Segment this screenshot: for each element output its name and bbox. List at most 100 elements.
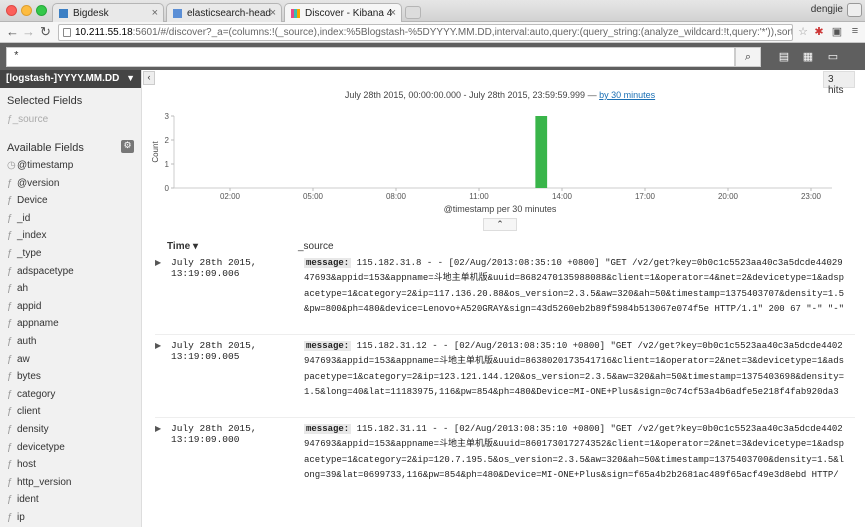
menu-icon[interactable]: ≡ <box>848 25 862 39</box>
browser-tab-bigdesk[interactable]: Bigdesk × <box>52 3 164 23</box>
time-column-header[interactable]: Time ▾ <box>167 241 198 252</box>
bigdesk-favicon-icon <box>59 9 68 18</box>
source-key: message: <box>304 341 352 351</box>
index-pattern-selector[interactable]: [logstash-]YYYY.MM.DD ▼ <box>0 70 141 88</box>
row-source: message: 115.182.31.12 - - [02/Aug/2013:… <box>304 339 845 401</box>
sort-caret-icon: ▾ <box>192 241 198 252</box>
selected-field-source[interactable]: ƒ_source <box>0 111 141 135</box>
save-search-icon[interactable]: ▦ <box>801 50 815 64</box>
field-sidebar: [logstash-]YYYY.MM.DD ▼ Selected Fields … <box>0 70 142 527</box>
field-name: Device <box>17 195 48 207</box>
toggle-chart-button[interactable]: ⌃ <box>483 218 517 231</box>
string-type-icon: ƒ <box>7 177 13 189</box>
histogram-chart: 0 1 2 3 Count 02:00 05:00 08:00 11:00 14:00 17:00 2… <box>151 112 832 201</box>
field-name: client <box>17 406 41 418</box>
string-type-icon: ƒ <box>7 195 13 207</box>
close-tab-icon[interactable]: × <box>270 7 276 19</box>
time-range-text: July 28th 2015, 00:00:00.000 - July 28th… <box>344 90 597 100</box>
browser-tab-kibana[interactable]: Discover - Kibana 4 × <box>284 3 402 23</box>
field-item[interactable]: ƒ density <box>0 422 141 440</box>
string-type-icon: ƒ <box>7 494 13 506</box>
field-name: category <box>17 388 56 400</box>
extension-red-icon[interactable]: ✱ <box>812 25 826 39</box>
close-window-button[interactable] <box>6 5 17 16</box>
field-item[interactable]: ƒ ah <box>0 281 141 299</box>
field-item[interactable]: ƒ appname <box>0 316 141 334</box>
available-fields-label: Available Fields <box>7 142 84 154</box>
back-arrow-icon[interactable]: ← <box>6 24 19 39</box>
row-timestamp: July 28th 2015, 13:19:09.005 <box>171 340 257 362</box>
string-type-icon: ƒ <box>7 441 13 453</box>
search-button[interactable]: ⌕ <box>735 47 761 67</box>
reload-icon[interactable]: ↻ <box>40 24 51 40</box>
minimize-window-button[interactable] <box>21 5 32 16</box>
field-item[interactable]: ƒ http_version <box>0 475 141 493</box>
url-host: 10.211.55.18 <box>75 27 133 38</box>
string-type-icon: ƒ <box>7 230 13 242</box>
search-query-input[interactable]: * <box>6 47 735 67</box>
field-item[interactable]: ƒ bytes <box>0 369 141 387</box>
field-name: appname <box>17 318 59 330</box>
new-search-icon[interactable]: ▤ <box>777 50 791 64</box>
profile-name[interactable]: dengjie <box>811 4 843 15</box>
field-item[interactable]: ƒ Device <box>0 193 141 211</box>
new-tab-button[interactable] <box>405 6 421 19</box>
field-name: appid <box>17 300 42 312</box>
row-divider <box>155 417 855 418</box>
field-item[interactable]: ƒ _index <box>0 228 141 246</box>
source-key: message: <box>304 424 352 434</box>
field-item[interactable]: ƒ devicetype <box>0 440 141 458</box>
chart-x-axis-title: @timestamp per 30 minutes <box>443 204 557 214</box>
field-item[interactable]: ƒ client <box>0 404 141 422</box>
browser-tab-bar: Bigdesk × elasticsearch-head × Discover … <box>0 0 865 23</box>
x-tick-label: 05:00 <box>303 192 324 201</box>
source-column-header: _source <box>298 241 334 252</box>
string-type-icon: ƒ <box>7 318 13 330</box>
x-tick-label: 08:00 <box>386 192 407 201</box>
field-item[interactable]: ƒ auth <box>0 334 141 352</box>
row-timestamp: July 28th 2015, 13:19:09.000 <box>171 423 257 445</box>
expand-row-icon[interactable]: ▶ <box>155 424 161 433</box>
fullscreen-icon[interactable] <box>847 3 862 17</box>
time-range-label: July 28th 2015, 00:00:00.000 - July 28th… <box>160 90 840 100</box>
field-item[interactable]: ƒ appid <box>0 299 141 317</box>
string-type-icon: ƒ <box>7 406 13 418</box>
url-input[interactable]: 10.211.55.18:5601/#/discover?_a=(columns… <box>58 24 793 41</box>
string-type-icon: ƒ <box>7 265 13 277</box>
expand-row-icon[interactable]: ▶ <box>155 341 161 350</box>
field-name: ah <box>17 283 29 295</box>
expand-row-icon[interactable]: ▶ <box>155 258 161 267</box>
y-tick-label: 0 <box>165 184 170 193</box>
field-item[interactable]: ƒ _id <box>0 211 141 229</box>
gear-icon[interactable]: ⚙ <box>121 140 134 153</box>
field-name: http_version <box>17 476 72 488</box>
source-key: message: <box>304 258 352 268</box>
field-item[interactable]: ƒ category <box>0 387 141 405</box>
forward-arrow-icon[interactable]: → <box>22 24 35 39</box>
string-type-icon: ƒ <box>7 459 13 471</box>
available-field-list: ◷@timestamp ƒ @version ƒ Device ƒ _id ƒ _index ƒ _… <box>0 158 141 527</box>
interval-link[interactable]: by 30 minutes <box>599 90 655 100</box>
row-source: message: 115.182.31.11 - - [02/Aug/2013:… <box>304 422 845 484</box>
field-item[interactable]: ƒ @version <box>0 176 141 194</box>
close-tab-icon[interactable]: × <box>390 7 396 19</box>
collapse-sidebar-button[interactable]: ‹ <box>143 71 155 85</box>
field-item[interactable]: ƒ ident <box>0 492 141 510</box>
field-item[interactable]: ƒ host <box>0 457 141 475</box>
string-type-icon: ƒ <box>7 423 13 435</box>
extension-box-icon[interactable]: ▣ <box>830 25 844 39</box>
y-tick-label: 2 <box>165 136 170 145</box>
load-search-icon[interactable]: ▭ <box>826 50 840 64</box>
field-item[interactable]: ƒ ip <box>0 510 141 527</box>
zoom-window-button[interactable] <box>36 5 47 16</box>
field-item[interactable]: ◷@timestamp <box>0 158 141 176</box>
field-item[interactable]: ƒ _type <box>0 246 141 264</box>
bookmark-star-icon[interactable]: ☆ <box>796 25 810 39</box>
tab-label: Bigdesk <box>73 8 109 19</box>
field-name: @version <box>17 177 60 189</box>
browser-tab-elasticsearch-head[interactable]: elasticsearch-head × <box>166 3 282 23</box>
close-tab-icon[interactable]: × <box>152 7 158 19</box>
field-item[interactable]: ƒ aw <box>0 352 141 370</box>
field-name: _id <box>17 212 31 224</box>
field-item[interactable]: ƒ adspacetype <box>0 264 141 282</box>
